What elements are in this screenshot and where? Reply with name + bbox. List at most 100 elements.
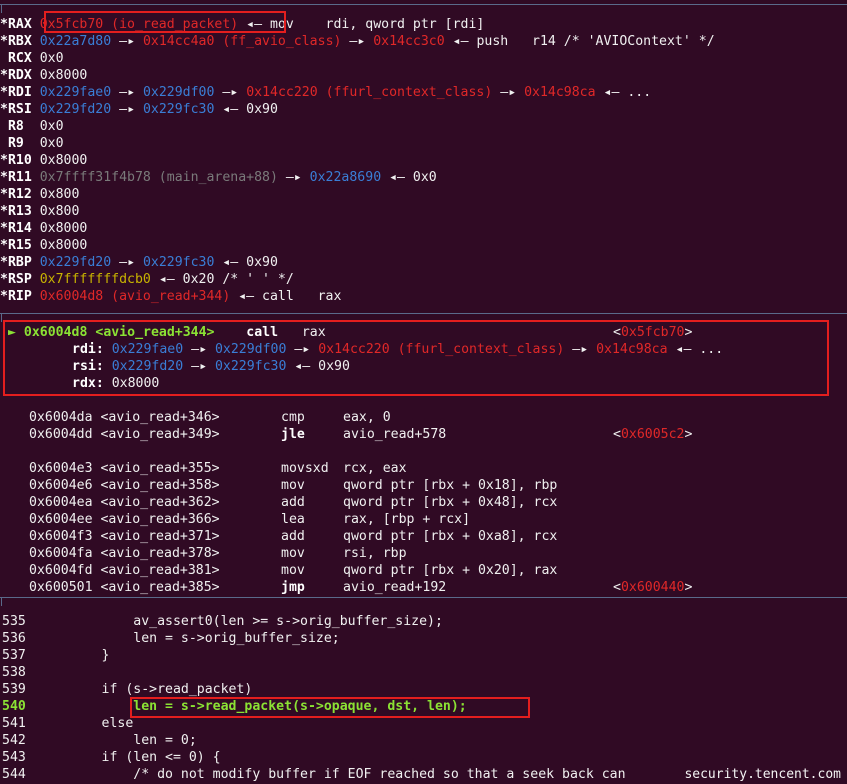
disasm-opcode: add <box>281 495 305 510</box>
disasm-line: 0x6004fd <avio_read+381> <box>29 562 220 579</box>
register-value-part: 0x8000 <box>39 153 88 168</box>
register-name: *RSP <box>0 272 32 287</box>
register-value-part: ◂— push r14 /* 'AVIOContext' */ <box>444 34 715 49</box>
call-argument-line: rdx: 0x8000 <box>72 375 159 392</box>
source-line-code: len = 0; <box>38 733 197 748</box>
source-line-code: if (len <= 0) { <box>38 750 221 765</box>
disasm-line: 0x6004ea <avio_read+362> <box>29 494 220 511</box>
register-line: *RSP 0x7fffffffdcb0 ◂— 0x20 /* ' ' */ <box>0 271 294 288</box>
source-line-number: 543 <box>2 750 26 765</box>
source-line-number: 539 <box>2 682 26 697</box>
call-argument-value-part: —▸ <box>183 342 215 357</box>
call-argument-value-part: —▸ <box>286 342 319 357</box>
register-value-part: 0x229fc30 <box>142 102 215 117</box>
disasm-line: 0x6004f3 <avio_read+371> <box>29 528 220 545</box>
register-line: *R15 0x8000 <box>0 237 87 254</box>
register-value-part: —▸ <box>277 170 310 185</box>
call-argument-line: rsi: 0x229fd20 —▸ 0x229fc30 ◂— 0x90 <box>72 358 350 375</box>
call-argument-value-part: 0x229fd20 <box>111 359 184 374</box>
register-value-part: ◂— 0x0 <box>381 170 437 185</box>
register-name: *R14 <box>0 221 32 236</box>
disasm-opcode: jle <box>281 427 305 442</box>
disasm-symbol: <avio_read+346> <box>100 410 220 425</box>
source-line-code: if (s->read_packet) <box>38 682 253 697</box>
register-line: *RIP 0x6004d8 (avio_read+344) ◂— call ra… <box>0 288 341 305</box>
register-name: *R11 <box>0 170 32 185</box>
source-line-code: av_assert0(len >= s->orig_buffer_size); <box>38 614 443 629</box>
register-value-part: —▸ <box>111 85 143 100</box>
disasm-opcode: mov <box>281 563 305 578</box>
register-line: *RBP 0x229fd20 —▸ 0x229fc30 ◂— 0x90 <box>0 254 278 271</box>
disasm-address: 0x6004f3 <box>29 529 93 544</box>
disasm-line: 0x6004dd <avio_read+349> <box>29 426 220 443</box>
disasm-opcode: mov <box>281 546 305 561</box>
disasm-line: 0x6004ee <avio_read+366> <box>29 511 220 528</box>
registers-separator <box>0 4 847 5</box>
disasm-address: 0x6004ea <box>29 495 93 510</box>
disasm-args: qword ptr [rbx + 0x18], rbp <box>343 478 558 493</box>
disasm-symbol: <avio_read+381> <box>100 563 220 578</box>
register-value-part: 0x229fd20 <box>39 255 112 270</box>
call-argument-value-part: 0x229fae0 <box>111 342 184 357</box>
register-value-part: 0x22a8690 <box>309 170 382 185</box>
register-value-part: 0x8000 <box>39 238 88 253</box>
register-name: *R13 <box>0 204 32 219</box>
disasm-symbol: <avio_read+358> <box>100 478 220 493</box>
register-name: *RIP <box>0 289 32 304</box>
register-value-part: 0x5fcb70 (io_read_packet) <box>39 17 239 32</box>
source-line-number: 538 <box>2 665 26 680</box>
register-value-part: ◂— 0x90 <box>214 102 278 117</box>
source-line-code: len = s->orig_buffer_size; <box>38 631 340 646</box>
register-value-part: 0x14c98ca <box>524 85 596 100</box>
disasm-symbol: <avio_read+355> <box>100 461 220 476</box>
register-value-part: 0x0 <box>39 136 64 151</box>
register-value-part: 0x22a7d80 <box>39 34 112 49</box>
call-argument-value-part: ◂— 0x90 <box>286 359 350 374</box>
watermark: security.tencent.com <box>684 767 841 782</box>
disasm-args: qword ptr [rbx + 0x20], rax <box>343 563 558 578</box>
disasm-separator-mark <box>1 313 7 322</box>
register-value-part: ◂— 0x20 /* ' ' */ <box>150 272 294 287</box>
disasm-address: 0x6004fa <box>29 546 93 561</box>
disasm-target-address: 0x6005c2 <box>620 427 685 442</box>
register-value-part: 0x7fffffffdcb0 <box>39 272 151 287</box>
register-name: *RSI <box>0 102 32 117</box>
disasm-opcode: cmp <box>281 410 305 425</box>
register-value-part: 0x800 <box>39 187 80 202</box>
source-line-code: else <box>38 716 134 731</box>
register-value-part: ◂— mov rdi, qword ptr [rdi] <box>238 17 485 32</box>
call-argument-label: rdi: <box>72 342 104 357</box>
call-argument-label: rsi: <box>72 359 104 374</box>
disasm-args: qword ptr [rbx + 0xa8], rcx <box>343 529 558 544</box>
disasm-separator <box>0 313 847 314</box>
source-line-code: /* do not modify buffer if EOF reached s… <box>38 767 626 782</box>
source-separator <box>0 597 847 598</box>
disasm-args: rsi, rbp <box>343 546 407 561</box>
current-target-close: > <box>684 325 693 340</box>
disasm-address: 0x6004da <box>29 410 93 425</box>
register-value-part: ◂— ... <box>595 85 652 100</box>
register-line: R9 0x0 <box>0 135 64 152</box>
register-value-part: —▸ <box>492 85 525 100</box>
register-name: R9 <box>0 136 32 151</box>
register-value-part: 0x800 <box>39 204 80 219</box>
register-line: *R13 0x800 <box>0 203 79 220</box>
register-value-part: ◂— call rax <box>230 289 342 304</box>
register-name: *R10 <box>0 153 32 168</box>
register-value-part: 0x8000 <box>39 221 88 236</box>
call-argument-value-part: —▸ <box>183 359 215 374</box>
source-line-code: } <box>38 648 110 663</box>
disasm-args: rcx, eax <box>343 461 407 476</box>
register-name: *R15 <box>0 238 32 253</box>
disasm-symbol: <avio_read+378> <box>100 546 220 561</box>
source-separator-mark <box>1 597 7 606</box>
current-target-address: 0x5fcb70 <box>620 325 685 340</box>
registers-separator-mark <box>1 4 7 13</box>
register-line: *RBX 0x22a7d80 —▸ 0x14cc4a0 (ff_avio_cla… <box>0 33 715 50</box>
register-name: *R12 <box>0 187 32 202</box>
disasm-line: 0x6004fa <avio_read+378> <box>29 545 220 562</box>
register-line: *RDX 0x8000 <box>0 67 87 84</box>
register-name: *RBX <box>0 34 32 49</box>
disasm-symbol: <avio_read+362> <box>100 495 220 510</box>
disasm-address: 0x6004e3 <box>29 461 93 476</box>
